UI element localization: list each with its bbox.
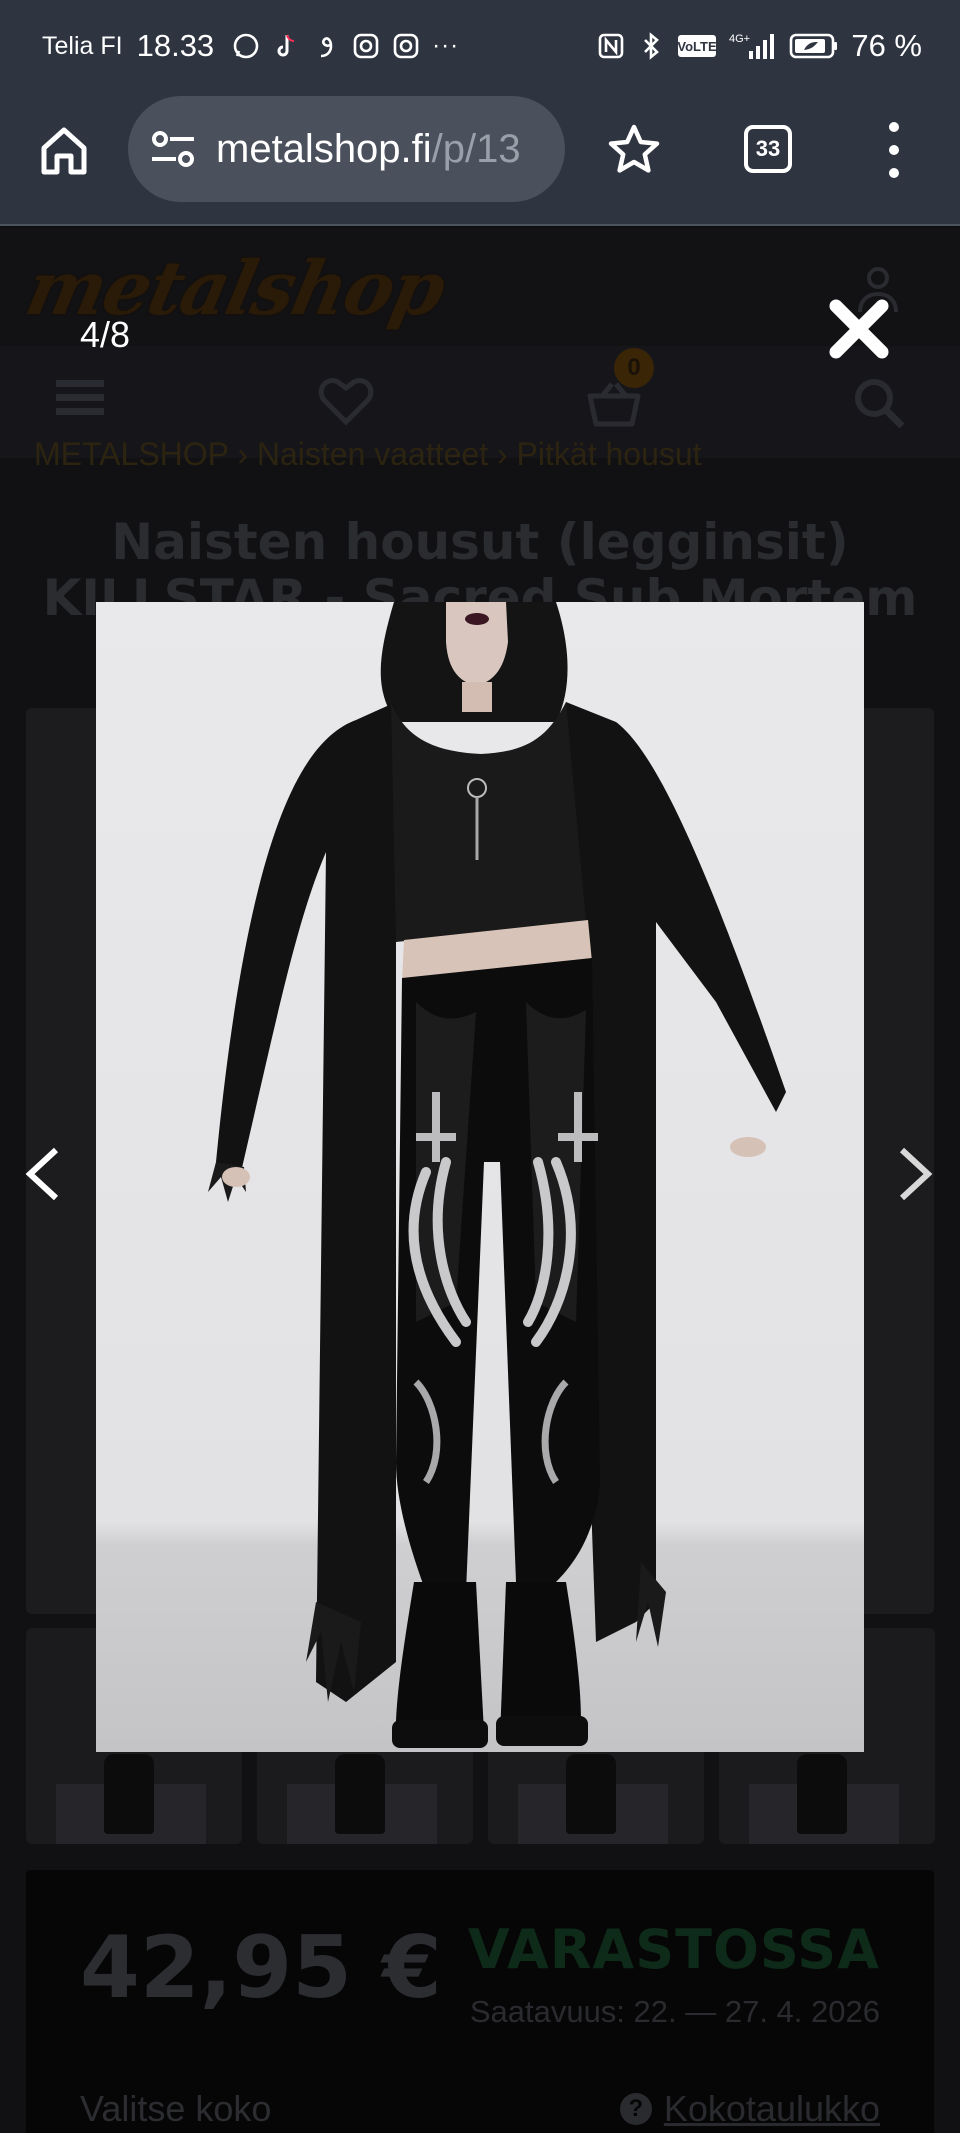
chevron-right-icon[interactable] <box>894 1144 936 1204</box>
close-icon[interactable] <box>826 296 892 362</box>
svg-text:VoLTE: VoLTE <box>678 39 718 54</box>
instagram-icon-2 <box>392 32 420 60</box>
battery-icon <box>789 32 839 60</box>
url-domain: metalshop.fi <box>216 126 432 171</box>
address-bar[interactable]: metalshop.fi/p/13 <box>128 96 565 202</box>
whatsapp-icon <box>232 32 260 60</box>
clock: 18.33 <box>136 28 215 63</box>
more-vert-icon[interactable] <box>882 122 906 178</box>
tab-switcher-button[interactable]: 33 <box>744 125 792 173</box>
chevron-left-icon[interactable] <box>22 1144 64 1204</box>
product-photo[interactable] <box>96 602 864 1752</box>
image-counter: 4/8 <box>80 314 131 355</box>
tiktok-icon <box>272 32 300 60</box>
tune-icon[interactable] <box>150 128 196 170</box>
signal-icon: 4G+ <box>729 32 777 60</box>
image-lightbox: 4/8 <box>0 228 960 2133</box>
status-right: VoLTE 4G+ 76 % <box>597 28 922 64</box>
status-left: Telia FI 18.33 ··· <box>42 28 459 64</box>
bluetooth-icon <box>637 32 665 60</box>
home-button[interactable] <box>38 122 90 182</box>
bookmark-button[interactable] <box>606 122 662 178</box>
browser-toolbar: metalshop.fi/p/13 33 <box>0 92 960 226</box>
url-text: metalshop.fi/p/13 <box>216 127 521 172</box>
volte-icon: VoLTE <box>677 32 717 60</box>
more-notifications-icon: ··· <box>432 32 460 59</box>
url-path: /p/13 <box>431 126 521 171</box>
model-illustration <box>208 602 786 1748</box>
carrier-label: Telia FI <box>42 31 123 60</box>
svg-text:4G+: 4G+ <box>729 33 750 45</box>
threads-icon <box>312 32 340 60</box>
battery-level: 76 % <box>851 28 922 63</box>
home-icon <box>41 127 87 175</box>
instagram-icon <box>352 32 380 60</box>
star-icon <box>608 124 660 173</box>
nfc-icon <box>597 32 625 60</box>
status-bar: Telia FI 18.33 ··· VoLTE 4G+ 76 % <box>0 0 960 92</box>
